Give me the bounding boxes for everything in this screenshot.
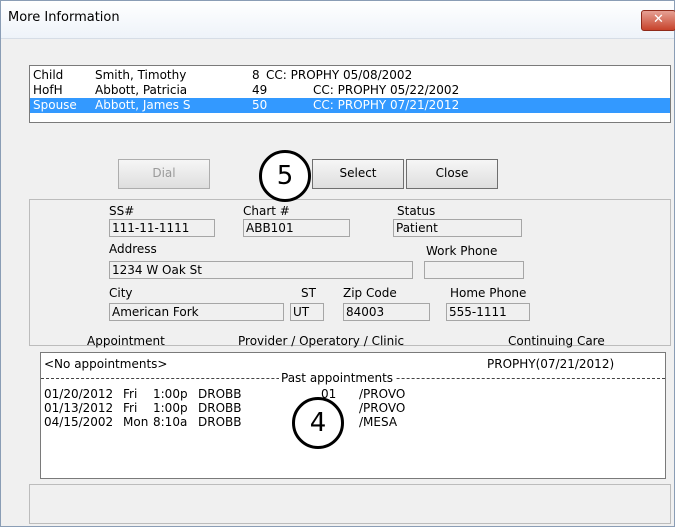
- status-label: Status: [397, 204, 436, 218]
- appt-time: 1:00p: [153, 401, 188, 415]
- st-field: UT: [290, 303, 324, 321]
- appt-day: Fri: [123, 401, 138, 415]
- list-item-selected[interactable]: Spouse Abbott, James S 50 CC: PROPHY 07/…: [30, 98, 670, 113]
- callout-badge-5: 5: [259, 150, 311, 202]
- member-care: CC: PROPHY 05/22/2002: [313, 83, 460, 97]
- select-button[interactable]: Select: [312, 159, 404, 189]
- status-field: Patient: [393, 219, 522, 237]
- member-name: Abbott, Patricia: [95, 83, 188, 97]
- appt-time: 1:00p: [153, 387, 188, 401]
- list-item[interactable]: HofH Abbott, Patricia 49 CC: PROPHY 05/2…: [30, 83, 670, 98]
- work-phone-label: Work Phone: [426, 244, 498, 258]
- appt-provider: DROBB: [198, 415, 242, 429]
- member-age: 8: [252, 68, 260, 82]
- appt-provider: DROBB: [198, 387, 242, 401]
- close-button[interactable]: Close: [406, 159, 498, 189]
- address-label: Address: [109, 242, 157, 256]
- member-care: CC: PROPHY 07/21/2012: [313, 98, 460, 112]
- member-age: 50: [252, 98, 268, 112]
- continuing-care-value: PROPHY(07/21/2012): [487, 357, 615, 371]
- member-care: CC: PROPHY 05/08/2002: [266, 68, 413, 82]
- member-relation: Child: [33, 68, 64, 82]
- past-appointments-label: Past appointments: [279, 371, 396, 385]
- table-row[interactable]: 01/13/2012 Fri 1:00p DROBB 01 /PROVO: [41, 401, 665, 415]
- callout-badge-4: 4: [292, 397, 344, 449]
- provider-header: Provider / Operatory / Clinic: [238, 334, 405, 348]
- zip-field: 84003: [343, 303, 430, 321]
- continuing-care-header: Continuing Care: [508, 334, 605, 348]
- address-field: 1234 W Oak St: [109, 261, 413, 279]
- home-phone-field: 555-1111: [446, 303, 530, 321]
- appt-clinic: /MESA: [359, 415, 398, 429]
- appointment-header: Appointment: [87, 334, 165, 348]
- appt-clinic: /PROVO: [359, 387, 406, 401]
- patient-details-group: SS# 111-11-1111 Chart # ABB101 Status Pa…: [29, 199, 671, 348]
- list-item[interactable]: Child Smith, Timothy 8 CC: PROPHY 05/08/…: [30, 68, 670, 83]
- no-appointments-text: <No appointments>: [44, 357, 168, 371]
- work-phone-field: [424, 261, 524, 279]
- bottom-panel: [29, 484, 671, 524]
- chart-field: ABB101: [243, 219, 350, 237]
- appt-time: 8:10a: [153, 415, 188, 429]
- window-title: More Information: [8, 10, 120, 25]
- ssn-label: SS#: [109, 204, 135, 218]
- family-members-list[interactable]: Child Smith, Timothy 8 CC: PROPHY 05/08/…: [29, 65, 671, 123]
- member-name: Smith, Timothy: [95, 68, 187, 82]
- city-label: City: [109, 286, 133, 300]
- appt-date: 01/20/2012: [44, 387, 114, 401]
- member-age: 49: [252, 83, 268, 97]
- member-relation: HofH: [33, 83, 63, 97]
- more-information-window: More Information ✕ Child Smith, Timothy …: [0, 0, 675, 527]
- appt-day: Fri: [123, 387, 138, 401]
- chart-label: Chart #: [243, 204, 290, 218]
- title-bar: More Information ✕: [1, 1, 675, 39]
- close-icon[interactable]: ✕: [641, 10, 675, 31]
- appt-provider: DROBB: [198, 401, 242, 415]
- table-row[interactable]: 01/20/2012 Fri 1:00p DROBB 01 /PROVO: [41, 387, 665, 401]
- city-field: American Fork: [109, 303, 284, 321]
- member-name: Abbott, James S: [95, 98, 191, 112]
- appt-day: Mon: [123, 415, 149, 429]
- list-item: <No appointments> PROPHY(07/21/2012): [41, 357, 665, 371]
- table-row[interactable]: 04/15/2002 Mon 8:10a DROBB A4 /MESA: [41, 415, 665, 429]
- appt-clinic: /PROVO: [359, 401, 406, 415]
- ssn-field: 111-11-1111: [109, 219, 215, 237]
- past-appointments-divider: Past appointments: [41, 371, 665, 385]
- zip-label: Zip Code: [343, 286, 397, 300]
- dial-button[interactable]: Dial: [118, 159, 210, 189]
- st-label: ST: [301, 286, 316, 300]
- home-phone-label: Home Phone: [450, 286, 527, 300]
- member-relation: Spouse: [33, 98, 77, 112]
- appointments-list[interactable]: <No appointments> PROPHY(07/21/2012) Pas…: [40, 352, 666, 479]
- appt-date: 04/15/2002: [44, 415, 114, 429]
- appt-date: 01/13/2012: [44, 401, 114, 415]
